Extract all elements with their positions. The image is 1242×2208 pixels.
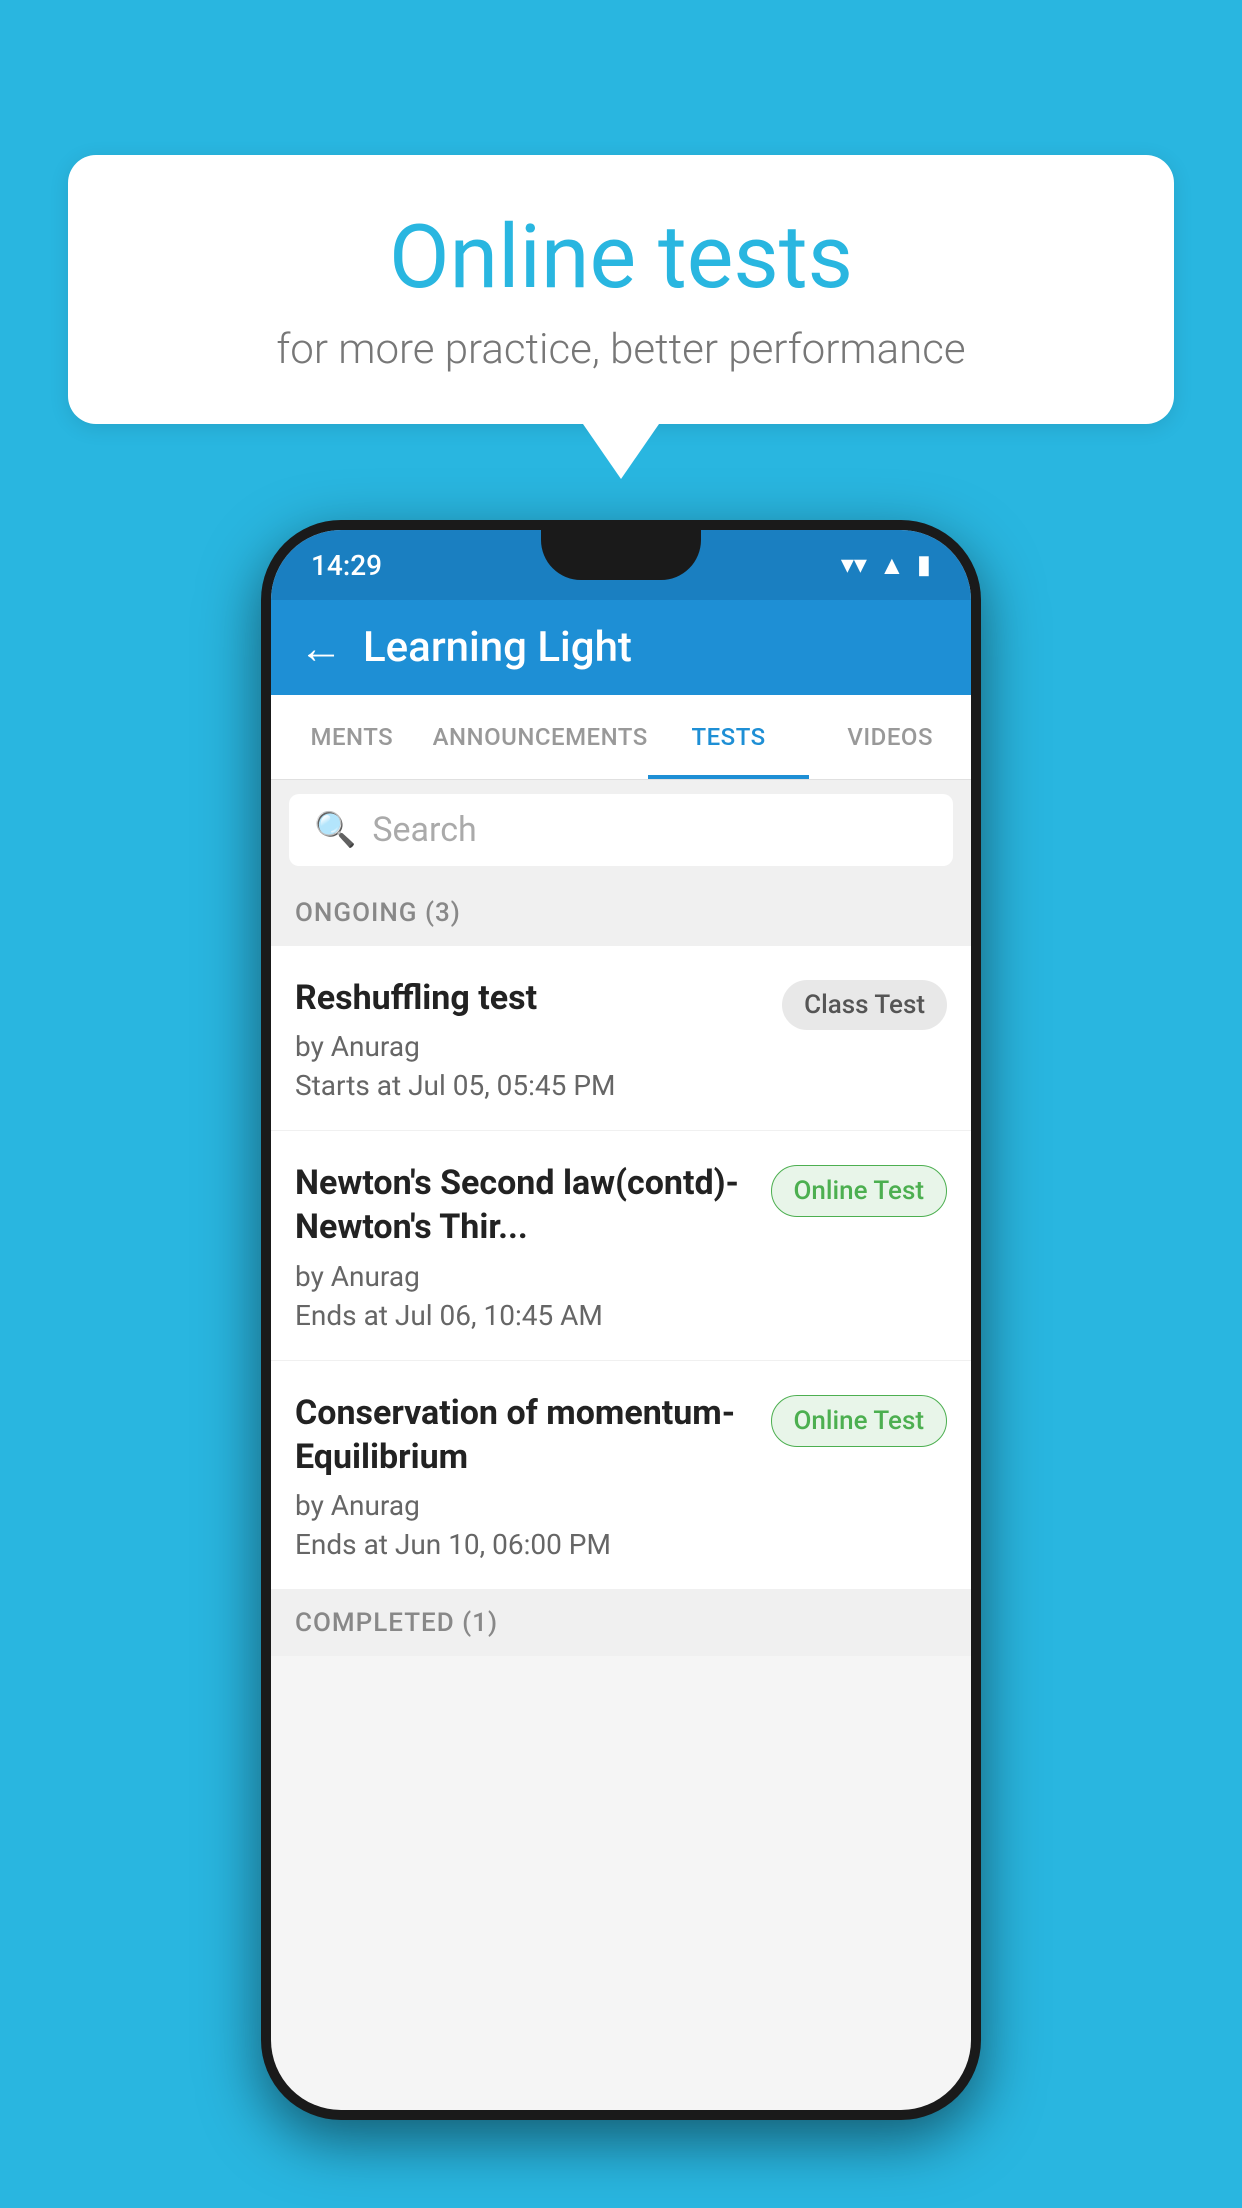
bubble-title: Online tests [128, 210, 1114, 307]
search-container: 🔍 Search [271, 780, 971, 880]
test-date-3: Ends at Jun 10, 06:00 PM [295, 1528, 751, 1561]
bubble-subtitle: for more practice, better performance [128, 325, 1114, 374]
tab-videos[interactable]: VIDEOS [809, 695, 971, 779]
test-author-2: by Anurag [295, 1260, 751, 1293]
test-badge-2: Online Test [771, 1165, 948, 1217]
test-author-1: by Anurag [295, 1030, 762, 1063]
test-date-2: Ends at Jul 06, 10:45 AM [295, 1299, 751, 1332]
test-name-1: Reshuffling test [295, 976, 762, 1020]
search-placeholder: Search [372, 810, 476, 850]
test-info-2: Newton's Second law(contd)-Newton's Thir… [295, 1161, 771, 1331]
status-icons: ▾▾ ▲ ▮ [841, 550, 931, 581]
test-author-3: by Anurag [295, 1489, 751, 1522]
wifi-icon: ▾▾ [841, 550, 867, 580]
tab-tests[interactable]: TESTS [648, 695, 810, 779]
back-button[interactable]: ← [299, 626, 343, 670]
test-date-1: Starts at Jul 05, 05:45 PM [295, 1069, 762, 1102]
tab-announcements[interactable]: ANNOUNCEMENTS [433, 695, 648, 779]
test-name-2: Newton's Second law(contd)-Newton's Thir… [295, 1161, 751, 1249]
test-info-1: Reshuffling test by Anurag Starts at Jul… [295, 976, 782, 1102]
test-badge-3: Online Test [771, 1395, 948, 1447]
test-name-3: Conservation of momentum-Equilibrium [295, 1391, 751, 1479]
speech-bubble-container: Online tests for more practice, better p… [68, 155, 1174, 479]
test-badge-1: Class Test [782, 980, 947, 1030]
tab-ments[interactable]: MENTS [271, 695, 433, 779]
completed-section-header: COMPLETED (1) [271, 1590, 971, 1656]
test-item-1[interactable]: Reshuffling test by Anurag Starts at Jul… [271, 946, 971, 1131]
phone-frame: 14:29 ▾▾ ▲ ▮ ← Learning Light MENTS ANNO… [261, 520, 981, 2120]
phone-wrapper: 14:29 ▾▾ ▲ ▮ ← Learning Light MENTS ANNO… [261, 520, 981, 2120]
app-header: ← Learning Light [271, 600, 971, 695]
signal-icon: ▲ [879, 550, 905, 581]
test-list: Reshuffling test by Anurag Starts at Jul… [271, 946, 971, 1590]
battery-icon: ▮ [917, 550, 931, 580]
search-box[interactable]: 🔍 Search [289, 794, 953, 866]
status-bar: 14:29 ▾▾ ▲ ▮ [271, 530, 971, 600]
test-info-3: Conservation of momentum-Equilibrium by … [295, 1391, 771, 1561]
bubble-arrow [583, 424, 659, 479]
app-title: Learning Light [363, 623, 632, 672]
ongoing-section-header: ONGOING (3) [271, 880, 971, 946]
notch [541, 530, 701, 580]
status-time: 14:29 [311, 549, 382, 582]
tab-bar: MENTS ANNOUNCEMENTS TESTS VIDEOS [271, 695, 971, 780]
speech-bubble: Online tests for more practice, better p… [68, 155, 1174, 424]
phone-screen: 14:29 ▾▾ ▲ ▮ ← Learning Light MENTS ANNO… [271, 530, 971, 2110]
search-icon: 🔍 [314, 810, 356, 850]
test-item-3[interactable]: Conservation of momentum-Equilibrium by … [271, 1361, 971, 1590]
test-item-2[interactable]: Newton's Second law(contd)-Newton's Thir… [271, 1131, 971, 1360]
